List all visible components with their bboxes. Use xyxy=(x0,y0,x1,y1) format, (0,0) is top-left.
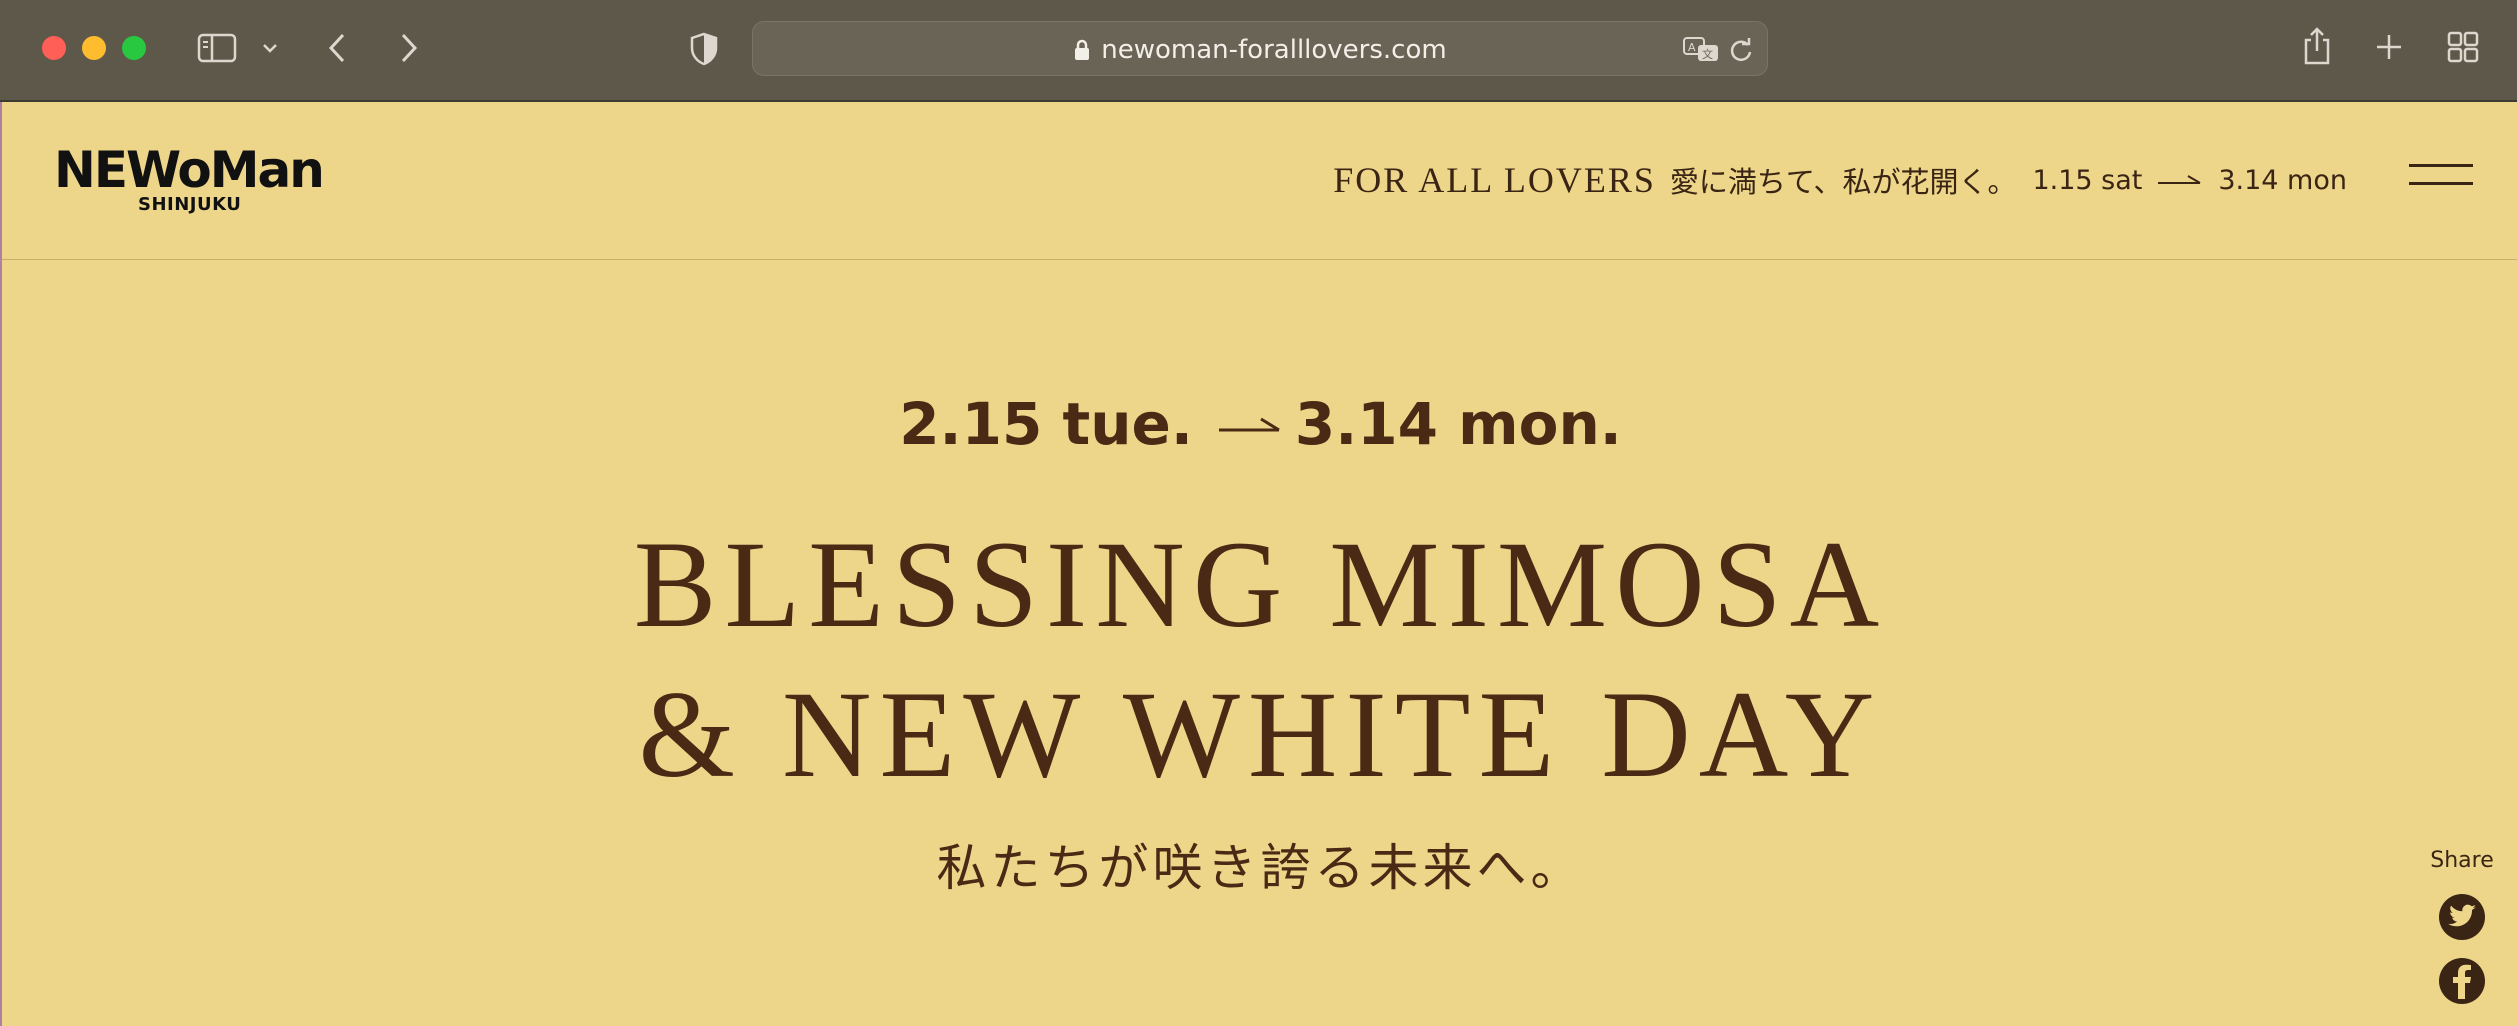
fullscreen-window-button[interactable] xyxy=(122,36,146,60)
hero-subtitle: 私たちが咲き誇る未来へ。 xyxy=(936,839,1585,897)
campaign-end-date: 3.14 mon xyxy=(2218,164,2347,196)
hero-title-line-1: BLESSING MIMOSA xyxy=(633,516,1888,653)
forward-icon[interactable] xyxy=(394,28,424,68)
close-window-button[interactable] xyxy=(42,36,66,60)
tagline-english: FOR ALL LOVERS xyxy=(1333,160,1656,200)
tab-overview-icon[interactable] xyxy=(2446,30,2480,64)
campaign-start-date: 1.15 sat xyxy=(2032,164,2143,196)
sidebar-icon[interactable] xyxy=(196,30,238,66)
logo-location: SHINJUKU xyxy=(138,194,242,215)
header-campaign-tagline: FOR ALL LOVERS 愛に満ちて、私が花開く。 1.15 sat 3.1… xyxy=(1333,154,2347,206)
tagline-japanese: 愛に満ちて、私が花開く。 xyxy=(1669,165,2017,199)
share-label: Share xyxy=(2430,848,2494,873)
site-logo[interactable]: NEWoMan SHINJUKU xyxy=(54,142,334,222)
facebook-icon[interactable] xyxy=(2439,958,2485,1004)
menu-line-bottom xyxy=(2409,182,2473,185)
hero-end-date: 3.14 mon. xyxy=(1294,390,1622,458)
minimize-window-button[interactable] xyxy=(82,36,106,60)
hero-start-date: 2.15 tue. xyxy=(899,390,1193,458)
svg-text:A: A xyxy=(1688,41,1696,54)
logo-wordmark: NEWoMan xyxy=(54,141,325,199)
browser-toolbar: newoman-foralllovers.com A文 xyxy=(0,0,2517,102)
address-bar[interactable]: newoman-foralllovers.com A文 xyxy=(752,21,1768,76)
page-content: NEWoMan SHINJUKU FOR ALL LOVERS 愛に満ちて、私が… xyxy=(0,102,2517,1026)
hero-date-range: 2.15 tue. 3.14 mon. xyxy=(2,390,2517,458)
url-text: newoman-foralllovers.com xyxy=(1101,34,1447,65)
privacy-shield-icon[interactable] xyxy=(686,30,722,68)
chevron-down-icon[interactable] xyxy=(258,36,282,60)
site-header: NEWoMan SHINJUKU FOR ALL LOVERS 愛に満ちて、私が… xyxy=(2,102,2517,260)
arrow-right-icon xyxy=(1218,413,1281,435)
share-panel: Share xyxy=(2407,848,2517,1026)
reload-icon[interactable] xyxy=(1727,36,1755,64)
translate-icon[interactable]: A文 xyxy=(1681,34,1721,64)
share-icon[interactable] xyxy=(2300,24,2334,68)
back-icon[interactable] xyxy=(322,28,352,68)
lock-icon xyxy=(1073,39,1091,61)
hero-title-line-2: & NEW WHITE DAY xyxy=(638,666,1883,803)
menu-line-top xyxy=(2409,164,2473,167)
twitter-icon[interactable] xyxy=(2439,894,2485,940)
arrow-right-icon xyxy=(2158,173,2202,187)
new-tab-icon[interactable] xyxy=(2372,30,2406,64)
hamburger-menu-button[interactable] xyxy=(2409,160,2473,190)
svg-text:文: 文 xyxy=(1702,47,1713,61)
